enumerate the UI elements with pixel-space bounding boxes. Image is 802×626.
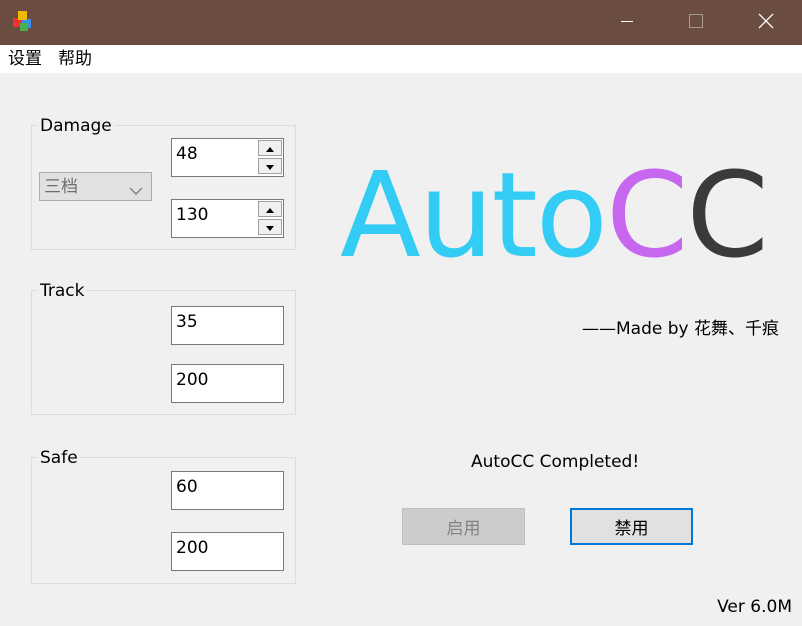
close-button[interactable] <box>743 0 789 45</box>
safe-group-label: Safe <box>38 448 80 468</box>
track-group-label: Track <box>38 281 87 301</box>
damage-level-value: 三档 <box>44 177 78 197</box>
safe-max-input[interactable]: 200 <box>171 532 284 571</box>
damage-group-label: Damage <box>38 116 114 136</box>
menu-item-settings[interactable]: 设置 <box>8 48 42 70</box>
logo-c2-text: C <box>686 146 768 284</box>
app-logo: AutoCC <box>340 150 769 280</box>
arrow-down-icon <box>265 217 275 237</box>
safe-min-input[interactable]: 60 <box>171 471 284 510</box>
maximize-icon <box>688 13 704 33</box>
status-text: AutoCC Completed! <box>471 452 640 472</box>
arrow-up-icon <box>265 138 275 158</box>
enable-button[interactable]: 启用 <box>402 508 525 545</box>
damage-max-down-button[interactable] <box>258 219 282 235</box>
damage-min-value: 48 <box>176 144 198 164</box>
close-icon <box>758 13 774 33</box>
disable-button[interactable]: 禁用 <box>570 508 693 545</box>
title-bar[interactable] <box>0 0 802 45</box>
logo-auto-text: Auto <box>340 146 608 284</box>
damage-max-spinner[interactable]: 130 <box>171 199 284 238</box>
arrow-down-icon <box>265 156 275 176</box>
minimize-button[interactable] <box>604 0 650 45</box>
damage-min-spinner[interactable]: 48 <box>171 138 284 177</box>
chevron-down-icon <box>129 181 143 195</box>
minimize-icon <box>620 13 634 32</box>
app-cubes-icon <box>11 9 35 33</box>
damage-level-select[interactable]: 三档 <box>39 172 152 201</box>
damage-max-up-button[interactable] <box>258 201 282 217</box>
logo-c1-text: C <box>605 146 688 284</box>
maximize-button[interactable] <box>673 0 719 45</box>
arrow-up-icon <box>265 199 275 219</box>
menu-bar: 设置 帮助 <box>0 45 802 73</box>
damage-min-down-button[interactable] <box>258 158 282 174</box>
credits-text: ——Made by 花舞、千痕 <box>582 319 779 339</box>
damage-max-value: 130 <box>176 205 209 225</box>
version-label: Ver 6.0M <box>717 597 792 617</box>
app-window: 设置 帮助 Damage 三档 48 130 Track 35 200 Safe… <box>0 0 802 626</box>
damage-min-up-button[interactable] <box>258 140 282 156</box>
track-max-input[interactable]: 200 <box>171 364 284 403</box>
track-min-input[interactable]: 35 <box>171 306 284 345</box>
menu-item-help[interactable]: 帮助 <box>58 48 92 70</box>
